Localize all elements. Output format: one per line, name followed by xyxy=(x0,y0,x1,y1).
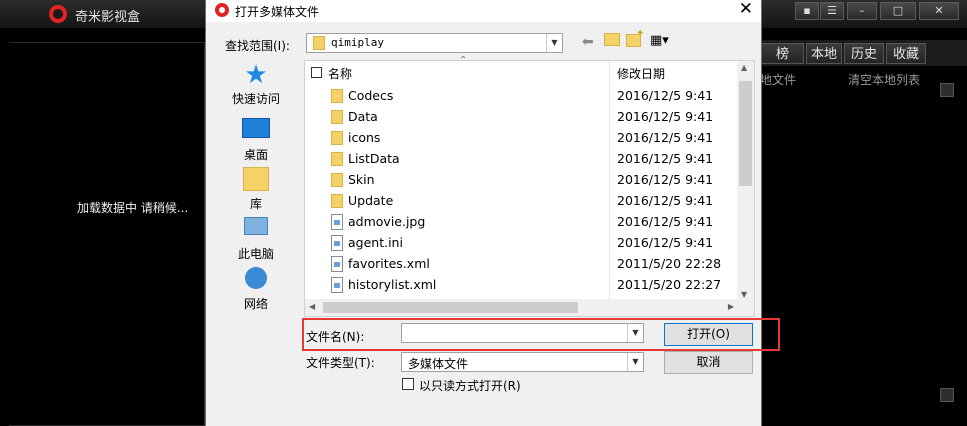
list-item[interactable]: admovie.jpg 2016/12/5 9:41 xyxy=(328,212,738,233)
scroll-down-icon: ▼ xyxy=(741,290,748,299)
up-folder-icon[interactable] xyxy=(604,33,620,47)
computer-icon xyxy=(242,217,270,243)
network-globe-icon xyxy=(242,267,270,293)
vertical-scrollbar[interactable]: ▲ ▼ xyxy=(737,61,754,301)
folder-icon xyxy=(331,194,343,208)
list-item[interactable]: agent.ini 2016/12/5 9:41 xyxy=(328,233,738,254)
xml-file-icon xyxy=(331,277,343,293)
horizontal-scroll-thumb[interactable] xyxy=(323,302,578,313)
lookin-label: 查找范围(I): xyxy=(225,39,290,53)
place-quick-access[interactable]: ★ 快速访问 xyxy=(224,62,288,107)
list-item[interactable]: historylist.xml 2011/5/20 22:27 xyxy=(328,275,738,296)
image-file-icon xyxy=(331,214,343,230)
filename-input[interactable]: ▼ xyxy=(401,323,644,343)
tab-local[interactable]: 本地 xyxy=(806,43,842,64)
tab-rank[interactable]: 榜 xyxy=(762,43,804,64)
sort-indicator-icon: ⌃ xyxy=(459,55,468,66)
lookin-combobox[interactable]: qimiplay ▼ xyxy=(306,33,563,53)
vertical-scroll-thumb[interactable] xyxy=(739,81,752,186)
list-item[interactable]: Data 2016/12/5 9:41 xyxy=(328,107,738,128)
loading-text: 加载数据中 请稍候... xyxy=(77,201,189,215)
folder-icon xyxy=(313,36,325,50)
dialog-app-icon xyxy=(215,3,229,17)
local-files-link[interactable]: 地文件 xyxy=(760,71,796,88)
column-header-date[interactable]: 修改日期 xyxy=(617,65,665,82)
list-item[interactable]: icons 2016/12/5 9:41 xyxy=(328,128,738,149)
readonly-checkbox[interactable] xyxy=(402,378,414,390)
column-header-name[interactable]: 名称 xyxy=(328,65,352,82)
list-item[interactable]: favorites.xml 2011/5/20 22:28 xyxy=(328,254,738,275)
menu-icon[interactable]: ☰ xyxy=(820,2,844,20)
dialog-title: 打开多媒体文件 xyxy=(235,5,320,19)
scroll-right-icon: ▶ xyxy=(727,302,734,311)
place-library[interactable]: 库 xyxy=(224,165,288,212)
back-icon[interactable]: ⬅ xyxy=(582,34,594,50)
place-desktop[interactable]: 桌面 xyxy=(224,115,288,163)
list-item[interactable]: Update 2016/12/5 9:41 xyxy=(328,191,738,212)
lookin-value: qimiplay xyxy=(331,36,384,49)
desktop-icon xyxy=(242,118,270,144)
cancel-button[interactable]: 取消 xyxy=(664,351,753,374)
xml-file-icon xyxy=(331,256,343,272)
place-network[interactable]: 网络 xyxy=(224,265,288,312)
close-app-button[interactable]: ✕ xyxy=(919,2,959,20)
horizontal-scrollbar[interactable]: ◀ ▶ xyxy=(305,299,754,316)
folder-icon xyxy=(331,152,343,166)
player-area: 加载数据中 请稍候... xyxy=(9,42,205,426)
folder-icon xyxy=(331,110,343,124)
chevron-down-icon: ▼ xyxy=(627,353,643,371)
scroll-down-button[interactable] xyxy=(940,388,954,402)
filetype-label: 文件类型(T): xyxy=(306,356,375,370)
chevron-down-icon[interactable]: ▼ xyxy=(627,324,643,342)
select-all-checkbox[interactable] xyxy=(311,67,322,78)
file-list[interactable]: ⌃ 名称 修改日期 Codecs 2016/12/5 9:41 Data 2016/… xyxy=(304,55,755,317)
list-item[interactable]: Codecs 2016/12/5 9:41 xyxy=(328,86,738,107)
view-menu-icon[interactable]: ▦▾ xyxy=(650,33,669,48)
list-item[interactable]: ListData 2016/12/5 9:41 xyxy=(328,149,738,170)
filename-label: 文件名(N): xyxy=(306,330,365,344)
star-icon: ★ xyxy=(244,60,268,90)
app-logo-icon xyxy=(49,5,67,23)
library-icon xyxy=(242,167,270,193)
readonly-label[interactable]: 以只读方式打开(R) xyxy=(419,377,521,394)
dialog-close-icon[interactable]: ✕ xyxy=(739,0,753,19)
tab-favorites[interactable]: 收藏 xyxy=(886,43,926,64)
scroll-left-icon: ◀ xyxy=(309,302,316,311)
list-item[interactable]: Skin 2016/12/5 9:41 xyxy=(328,170,738,191)
open-button[interactable]: 打开(O) xyxy=(664,323,753,346)
filetype-select[interactable]: 多媒体文件 ▼ xyxy=(401,352,644,372)
skin-icon[interactable]: ▪ xyxy=(795,2,819,20)
maximize-button[interactable]: □ xyxy=(880,2,916,20)
open-file-dialog: 打开多媒体文件 ✕ 查找范围(I): qimiplay ▼ ⬅ ✦ ▦▾ ★ 快… xyxy=(205,0,780,426)
new-folder-icon[interactable]: ✦ xyxy=(626,28,644,47)
clear-local-list-link[interactable]: 清空本地列表 xyxy=(848,71,920,88)
dialog-titlebar: 打开多媒体文件 ✕ xyxy=(206,0,761,22)
app-title: 奇米影视盒 xyxy=(75,10,141,25)
folder-icon xyxy=(331,131,343,145)
place-this-pc[interactable]: 此电脑 xyxy=(224,214,288,262)
folder-icon xyxy=(331,89,343,103)
minimize-button[interactable]: – xyxy=(847,2,877,20)
scroll-up-icon: ▲ xyxy=(741,63,748,72)
folder-icon xyxy=(331,173,343,187)
tab-history[interactable]: 历史 xyxy=(844,43,884,64)
chevron-down-icon: ▼ xyxy=(546,34,562,52)
settings-file-icon xyxy=(331,235,343,251)
scroll-up-button[interactable] xyxy=(940,83,954,97)
